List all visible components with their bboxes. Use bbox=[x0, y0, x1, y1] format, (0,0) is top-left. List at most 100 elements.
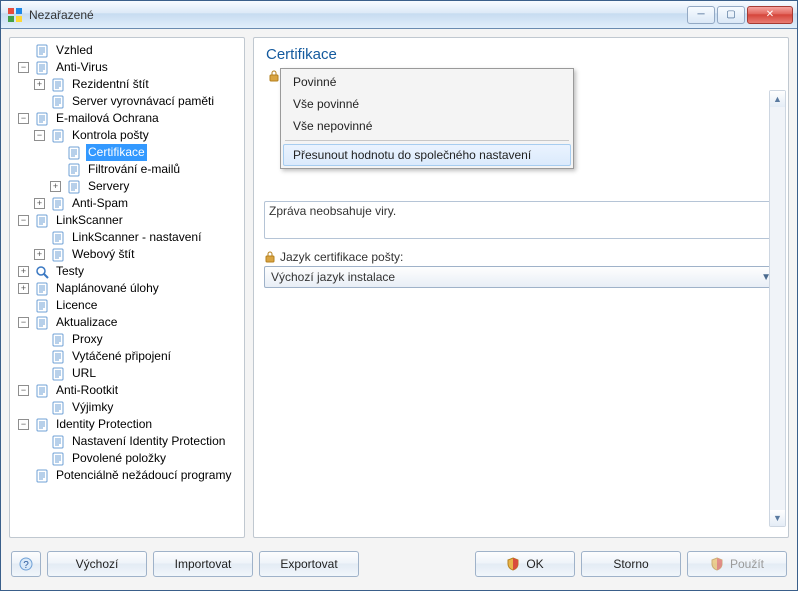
expand-icon[interactable]: + bbox=[34, 79, 45, 90]
expand-icon[interactable]: + bbox=[18, 266, 29, 277]
page-icon bbox=[51, 350, 67, 364]
tree-item[interactable]: URL bbox=[34, 365, 244, 382]
window-controls: ─ ▢ ✕ bbox=[687, 6, 793, 24]
tree-item-label: URL bbox=[70, 365, 98, 382]
collapse-icon[interactable]: − bbox=[18, 419, 29, 430]
page-icon bbox=[51, 231, 67, 245]
scroll-track[interactable] bbox=[770, 107, 785, 510]
expand-icon[interactable]: + bbox=[18, 283, 29, 294]
collapse-icon[interactable]: − bbox=[18, 317, 29, 328]
client-area: Vzhled−Anti-Virus+Rezidentní štítServer … bbox=[1, 29, 797, 590]
app-icon bbox=[7, 7, 23, 23]
menu-item-all-optional[interactable]: Vše nepovinné bbox=[283, 115, 571, 137]
tree-item[interactable]: Nastavení Identity Protection bbox=[34, 433, 244, 450]
cancel-button[interactable]: Storno bbox=[581, 551, 681, 577]
tree-item-label: Anti-Spam bbox=[70, 195, 130, 212]
page-icon bbox=[51, 78, 67, 92]
page-icon bbox=[35, 112, 51, 126]
tree-item[interactable]: Licence bbox=[18, 297, 244, 314]
collapse-icon[interactable]: − bbox=[18, 62, 29, 73]
page-icon bbox=[51, 248, 67, 262]
import-button[interactable]: Importovat bbox=[153, 551, 253, 577]
page-icon bbox=[51, 435, 67, 449]
certification-message-field[interactable] bbox=[264, 201, 778, 239]
tree-item-label: Servery bbox=[86, 178, 131, 195]
page-icon bbox=[35, 61, 51, 75]
tree-item-label: Aktualizace bbox=[54, 314, 119, 331]
button-bar: ? Výchozí Importovat Exportovat OK Storn… bbox=[9, 546, 789, 582]
close-button[interactable]: ✕ bbox=[747, 6, 793, 24]
page-icon bbox=[35, 418, 51, 432]
expand-icon[interactable]: + bbox=[50, 181, 61, 192]
tree-item[interactable]: − LinkScanner bbox=[18, 212, 244, 229]
tree-item[interactable]: +Testy bbox=[18, 263, 244, 280]
menu-separator bbox=[285, 140, 569, 141]
tree-item[interactable]: Certifikace bbox=[50, 144, 244, 161]
tree-item[interactable]: − Anti-Rootkit bbox=[18, 382, 244, 399]
tree-item-label: Licence bbox=[54, 297, 99, 314]
settings-tree[interactable]: Vzhled−Anti-Virus+Rezidentní štítServer … bbox=[10, 38, 244, 537]
tree-item[interactable]: LinkScanner - nastavení bbox=[34, 229, 244, 246]
page-icon bbox=[51, 367, 67, 381]
page-icon bbox=[35, 214, 51, 228]
tree-item[interactable]: Server vyrovnávací paměti bbox=[34, 93, 244, 110]
page-icon bbox=[51, 452, 67, 466]
menu-item-all-mandatory[interactable]: Vše povinné bbox=[283, 93, 571, 115]
defaults-button[interactable]: Výchozí bbox=[47, 551, 147, 577]
lang-combobox[interactable]: Výchozí jazyk instalace ▼ bbox=[264, 266, 778, 288]
tree-item[interactable]: −Identity Protection bbox=[18, 416, 244, 433]
tree-item[interactable]: Povolené položky bbox=[34, 450, 244, 467]
collapse-icon[interactable]: − bbox=[18, 215, 29, 226]
tree-item[interactable]: Vzhled bbox=[18, 42, 244, 59]
apply-button[interactable]: Použít bbox=[687, 551, 787, 577]
tree-item-label: Nastavení Identity Protection bbox=[70, 433, 227, 450]
export-button[interactable]: Exportovat bbox=[259, 551, 359, 577]
split-panes: Vzhled−Anti-Virus+Rezidentní štítServer … bbox=[9, 37, 789, 538]
page-icon bbox=[51, 401, 67, 415]
tree-item[interactable]: −E-mailová Ochrana bbox=[18, 110, 244, 127]
tree-item-label: Vytáčené připojení bbox=[70, 348, 173, 365]
collapse-icon[interactable]: − bbox=[18, 113, 29, 124]
tree-item-label: LinkScanner bbox=[54, 212, 125, 229]
page-icon bbox=[35, 316, 51, 330]
app-window: Nezařazené ─ ▢ ✕ Vzhled−Anti-Virus+Rezid… bbox=[0, 0, 798, 591]
titlebar: Nezařazené ─ ▢ ✕ bbox=[1, 1, 797, 29]
tree-item[interactable]: −Kontrola pošty bbox=[34, 127, 244, 144]
menu-item-move-to-shared[interactable]: Přesunout hodnotu do společného nastaven… bbox=[283, 144, 571, 166]
tree-item[interactable]: −Anti-Virus bbox=[18, 59, 244, 76]
ok-button[interactable]: OK bbox=[475, 551, 575, 577]
tree-item[interactable]: Filtrování e-mailů bbox=[50, 161, 244, 178]
lang-value: Výchozí jazyk instalace bbox=[271, 270, 395, 284]
collapse-icon[interactable]: − bbox=[18, 385, 29, 396]
menu-item-mandatory[interactable]: Povinné bbox=[283, 71, 571, 93]
tree-item[interactable]: Proxy bbox=[34, 331, 244, 348]
tree-item-label: Anti-Rootkit bbox=[54, 382, 120, 399]
page-icon bbox=[35, 282, 51, 296]
tree-item[interactable]: +Naplánované úlohy bbox=[18, 280, 244, 297]
lock-icon bbox=[268, 70, 280, 82]
collapse-icon[interactable]: − bbox=[34, 130, 45, 141]
tree-item[interactable]: Potenciálně nežádoucí programy bbox=[18, 467, 244, 484]
tree-item[interactable]: Výjimky bbox=[34, 399, 244, 416]
scroll-down-icon[interactable]: ▼ bbox=[770, 510, 785, 526]
tree-item[interactable]: + Servery bbox=[50, 178, 244, 195]
tree-item-label: Filtrování e-mailů bbox=[86, 161, 182, 178]
tree-item[interactable]: + Anti-Spam bbox=[34, 195, 244, 212]
tree-item[interactable]: +Rezidentní štít bbox=[34, 76, 244, 93]
tree-item[interactable]: Vytáčené připojení bbox=[34, 348, 244, 365]
expand-icon[interactable]: + bbox=[34, 249, 45, 260]
minimize-button[interactable]: ─ bbox=[687, 6, 715, 24]
help-button[interactable]: ? bbox=[11, 551, 41, 577]
maximize-button[interactable]: ▢ bbox=[717, 6, 745, 24]
content-pane: Certifikace Certifikovat příchozí e-mail… bbox=[253, 37, 789, 538]
shield-icon bbox=[506, 557, 520, 571]
content-scrollbar[interactable]: ▲ ▼ bbox=[769, 90, 786, 527]
tree-item[interactable]: +Webový štít bbox=[34, 246, 244, 263]
expand-icon[interactable]: + bbox=[34, 198, 45, 209]
tree-item-label: Potenciálně nežádoucí programy bbox=[54, 467, 233, 484]
scroll-up-icon[interactable]: ▲ bbox=[770, 91, 785, 107]
tree-item-label: Certifikace bbox=[86, 144, 147, 161]
search-icon bbox=[35, 265, 51, 279]
tree-item[interactable]: − Aktualizace bbox=[18, 314, 244, 331]
tree-item-label: LinkScanner - nastavení bbox=[70, 229, 203, 246]
